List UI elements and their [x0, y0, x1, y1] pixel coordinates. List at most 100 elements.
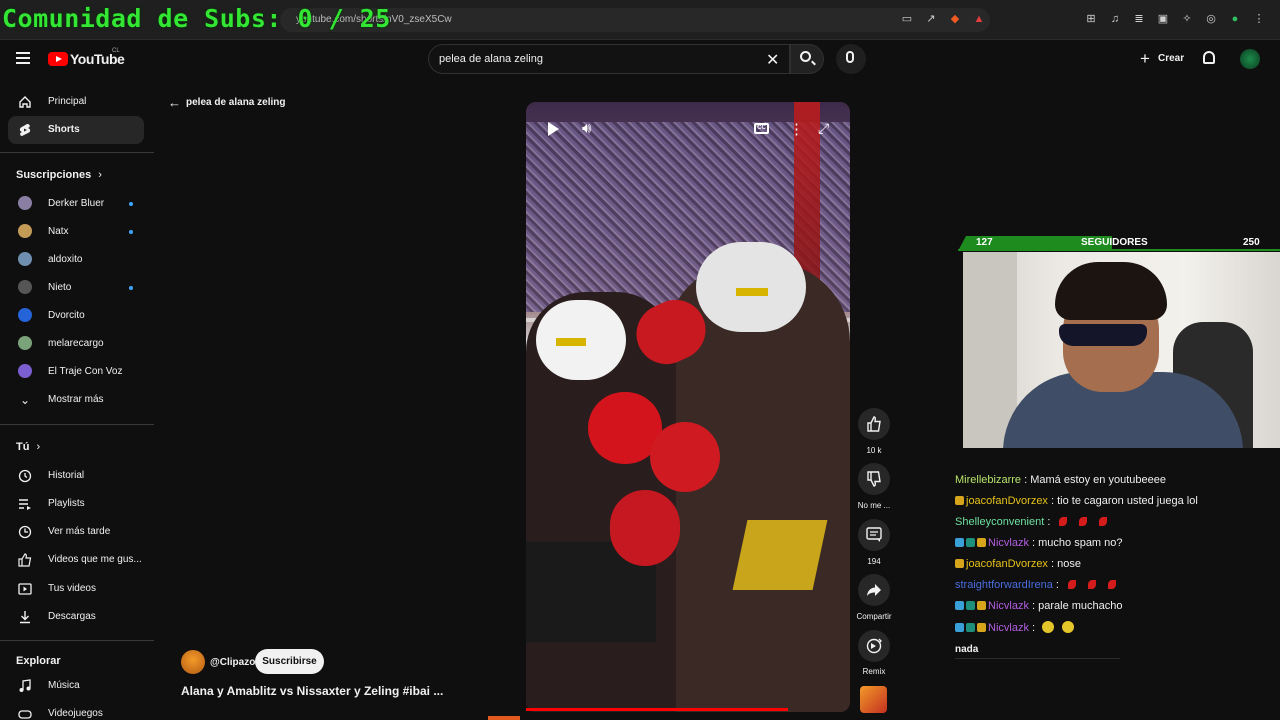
more-options-icon[interactable]: ⋮: [789, 120, 804, 138]
profile-icon[interactable]: ●: [1228, 12, 1242, 26]
chat-text: nose: [1057, 558, 1081, 570]
extension-icons: ⊞ ♫ ≣ ▣ ✧ ◎ ● ⋮: [1084, 12, 1266, 26]
video-title[interactable]: Alana y Amablitz vs Nissaxter y Zeling #…: [181, 684, 443, 698]
notifications-bell-icon[interactable]: [1203, 51, 1215, 64]
chat-input-preview: nada: [955, 644, 979, 655]
share-icon: [867, 584, 881, 596]
sidebar-item-subscription[interactable]: Nieto: [8, 274, 144, 302]
rewards-icon[interactable]: ▲: [972, 12, 986, 26]
captions-icon[interactable]: CC: [754, 123, 769, 134]
channel-avatar: [18, 252, 32, 266]
hamburger-menu-icon[interactable]: [16, 52, 30, 64]
subscribe-button[interactable]: Suscribirse: [255, 649, 324, 674]
sidebar-item-shorts[interactable]: Shorts: [8, 116, 144, 144]
sidebar-item-subscription[interactable]: Derker Bluer: [8, 190, 144, 218]
comments-button[interactable]: [858, 519, 890, 551]
reader-icon[interactable]: ≣: [1132, 12, 1146, 26]
sidebar-item-show-more[interactable]: ⌄ Mostrar más: [8, 386, 144, 414]
sidebar-item-historial[interactable]: Historial: [8, 462, 144, 490]
remix-icon: [866, 638, 882, 654]
back-link-label[interactable]: pelea de alana zeling: [186, 97, 285, 108]
volume-icon[interactable]: 🔊︎: [582, 120, 591, 137]
sidebar-item-subscription[interactable]: melarecargo: [8, 330, 144, 358]
new-content-dot: [129, 230, 133, 234]
sidebar-item-label: Historial: [48, 470, 85, 481]
prime-badge-icon: [955, 623, 964, 632]
sidebar-item-label: Descargas: [48, 611, 96, 622]
subscriber-badge-icon: [955, 559, 964, 568]
sidebar-item-subscription[interactable]: aldoxito: [8, 246, 144, 274]
sidebar-item-playlists[interactable]: Playlists: [8, 490, 144, 518]
brave-shield-icon[interactable]: ◆: [948, 12, 962, 26]
shorts-video-player[interactable]: [526, 102, 850, 712]
cast-icon[interactable]: ▭: [900, 12, 914, 26]
chat-divider: [955, 658, 1120, 659]
translate-icon[interactable]: ⊞: [1084, 12, 1098, 26]
play-icon[interactable]: [548, 122, 559, 136]
channel-name[interactable]: @Clipazo: [210, 657, 255, 668]
music-icon: [19, 679, 31, 692]
followers-goal: 250: [1243, 237, 1260, 248]
share-button[interactable]: [858, 574, 890, 606]
subscriptions-heading[interactable]: Suscripciones ›: [16, 169, 102, 181]
emote-icon: [1042, 621, 1055, 633]
clear-search-icon[interactable]: ✕: [766, 50, 779, 70]
extensions-icon[interactable]: ✧: [1180, 12, 1194, 26]
chat-username: joacofanDvorzex: [966, 495, 1048, 507]
sound-thumbnail[interactable]: [860, 686, 887, 713]
back-arrow-icon[interactable]: ←: [168, 95, 181, 110]
sidebar-item-watch-later[interactable]: Ver más tarde: [8, 518, 144, 546]
new-content-dot: [129, 286, 133, 290]
sidebar-item-gaming[interactable]: Videojuegos: [8, 700, 144, 720]
remix-button[interactable]: [858, 630, 890, 662]
emote-icon: [1079, 517, 1088, 526]
search-icon[interactable]: [800, 51, 811, 62]
history-icon: [18, 469, 32, 483]
you-title: Tú: [16, 441, 30, 453]
like-button[interactable]: [858, 408, 890, 440]
you-heading[interactable]: Tú ›: [16, 441, 40, 453]
plus-icon[interactable]: +: [1140, 49, 1150, 69]
create-label[interactable]: Crear: [1158, 53, 1184, 64]
sidebar-item-subscription[interactable]: Dvorcito: [8, 302, 144, 330]
share-page-icon[interactable]: ↗: [924, 12, 938, 26]
sidebar-item-your-videos[interactable]: Tus videos: [8, 575, 144, 603]
sidebar-item-music[interactable]: Música: [8, 672, 144, 700]
emote-icon: [1088, 580, 1096, 589]
sidebar-item-subscription[interactable]: Natx: [8, 218, 144, 246]
channel-avatar[interactable]: [181, 650, 205, 674]
sidebar-item-downloads[interactable]: Descargas: [8, 603, 144, 631]
music-ext-icon[interactable]: ♫: [1108, 12, 1122, 26]
gaming-icon: [18, 710, 32, 719]
account-avatar[interactable]: [1240, 49, 1260, 69]
video-progress-bar[interactable]: [526, 708, 788, 711]
chat-message: joacofanDvorzex : tio te cagaron usted j…: [955, 495, 1198, 507]
subscriber-badge-icon: [955, 496, 964, 505]
sidebar-item-label: Natx: [48, 226, 69, 237]
subs-goal-overlay: Comunidad de Subs: 0 / 25: [2, 4, 391, 33]
liked-icon: [18, 553, 32, 567]
chevron-down-icon: ⌄: [19, 393, 31, 407]
share-label: Compartir: [856, 612, 892, 621]
browser-menu-icon[interactable]: ⋮: [1252, 12, 1266, 26]
dislike-label: No me ...: [857, 501, 891, 510]
chat-message: joacofanDvorzex : nose: [955, 558, 1081, 570]
search-input-value[interactable]: pelea de alana zeling: [439, 53, 543, 65]
webcam-streamer-glasses: [1059, 324, 1147, 346]
sidebar-divider: [0, 640, 154, 641]
fullscreen-icon[interactable]: ⤢: [818, 120, 829, 137]
sidebar-item-liked-videos[interactable]: Videos que me gus...: [8, 546, 144, 574]
microphone-icon[interactable]: [846, 51, 854, 63]
channel-avatar: [18, 224, 32, 238]
chat-message: Nicvlazk :: [955, 621, 1078, 634]
sidebar-item-subscription[interactable]: El Traje Con Voz: [8, 358, 144, 386]
chat-text: mucho spam no?: [1038, 537, 1123, 549]
video-headgear: [536, 300, 626, 380]
chat-message: Nicvlazk : parale muchacho: [955, 600, 1123, 612]
sidebar-item-principal[interactable]: Principal: [8, 88, 144, 116]
youtube-logo-icon[interactable]: [48, 52, 68, 66]
sidebar-item-label: Tus videos: [48, 583, 96, 594]
dislike-button[interactable]: [858, 463, 890, 495]
vpn-icon[interactable]: ◎: [1204, 12, 1218, 26]
tab-icon[interactable]: ▣: [1156, 12, 1170, 26]
